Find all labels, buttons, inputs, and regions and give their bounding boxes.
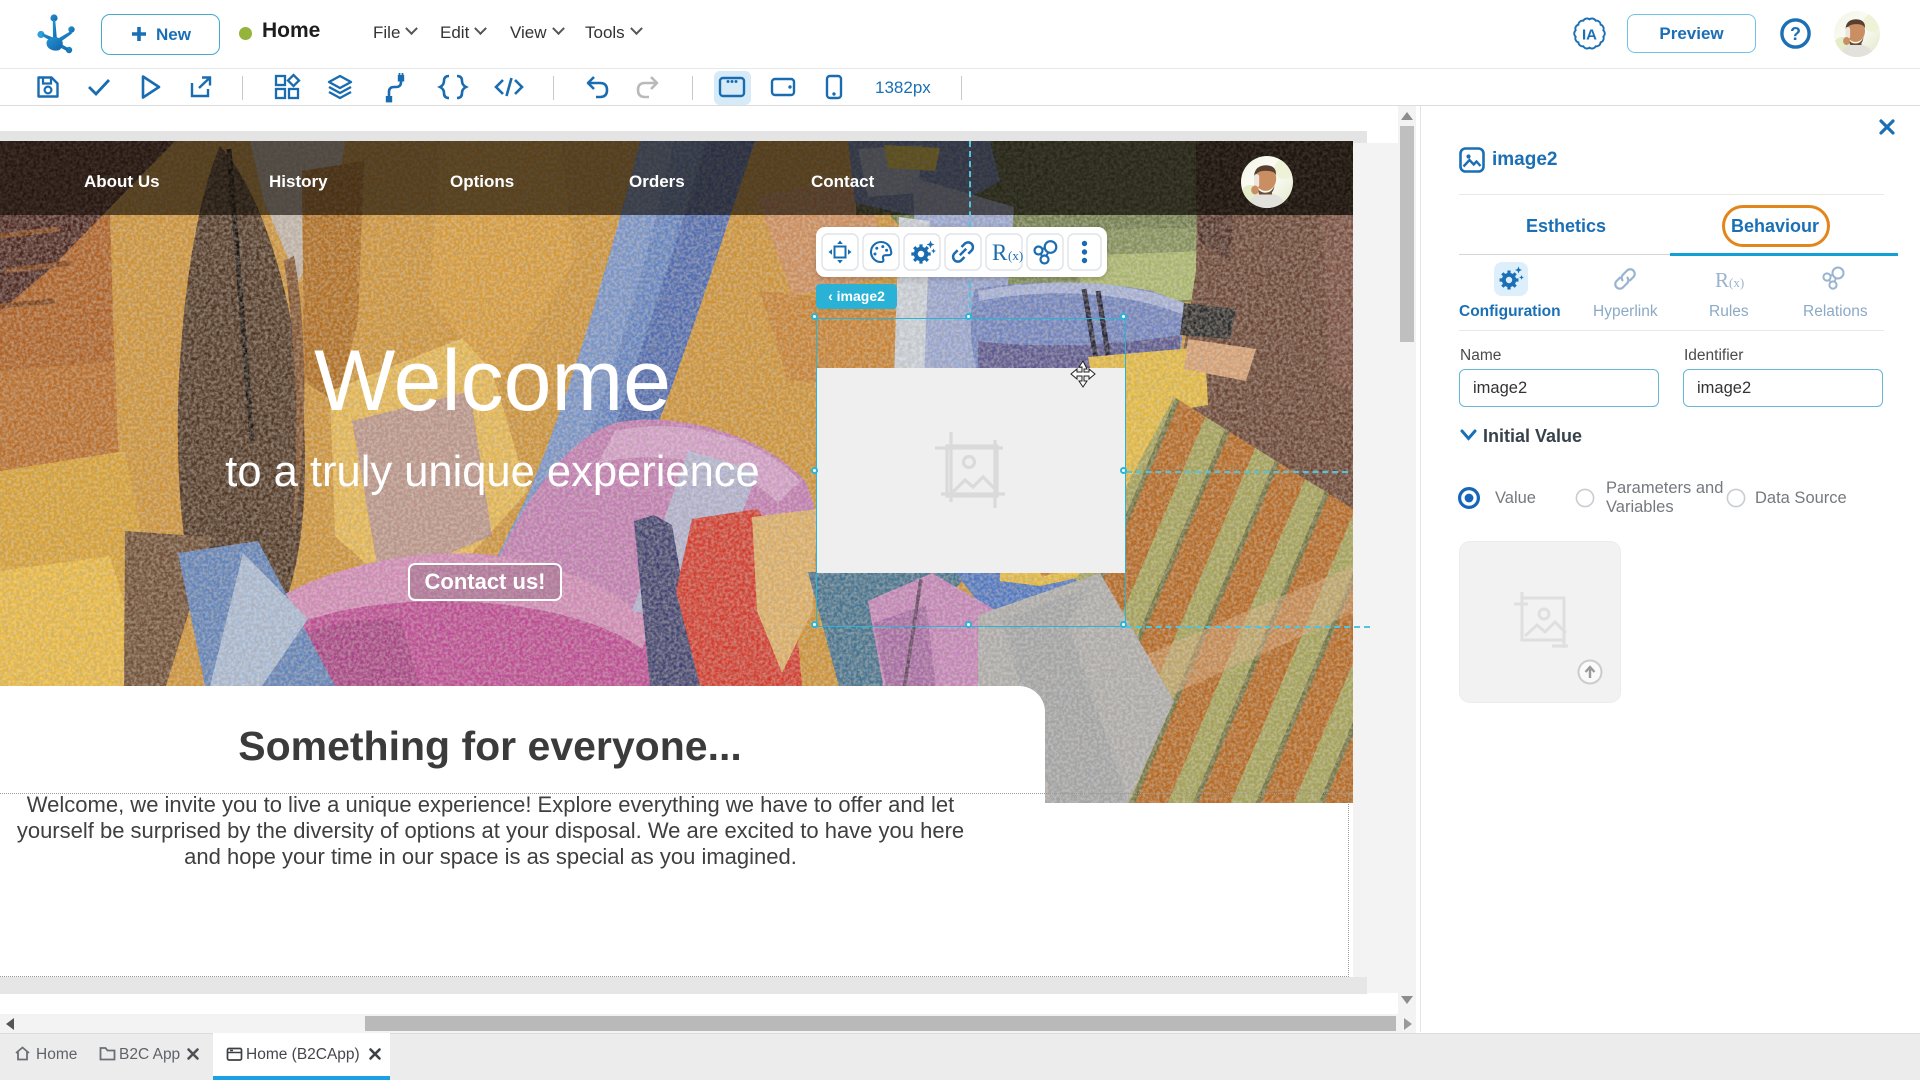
svg-text:R: R	[992, 240, 1008, 265]
svg-text:(x): (x)	[1008, 248, 1023, 263]
svg-text:IA: IA	[1582, 27, 1597, 44]
svg-text:?: ?	[1790, 24, 1801, 44]
